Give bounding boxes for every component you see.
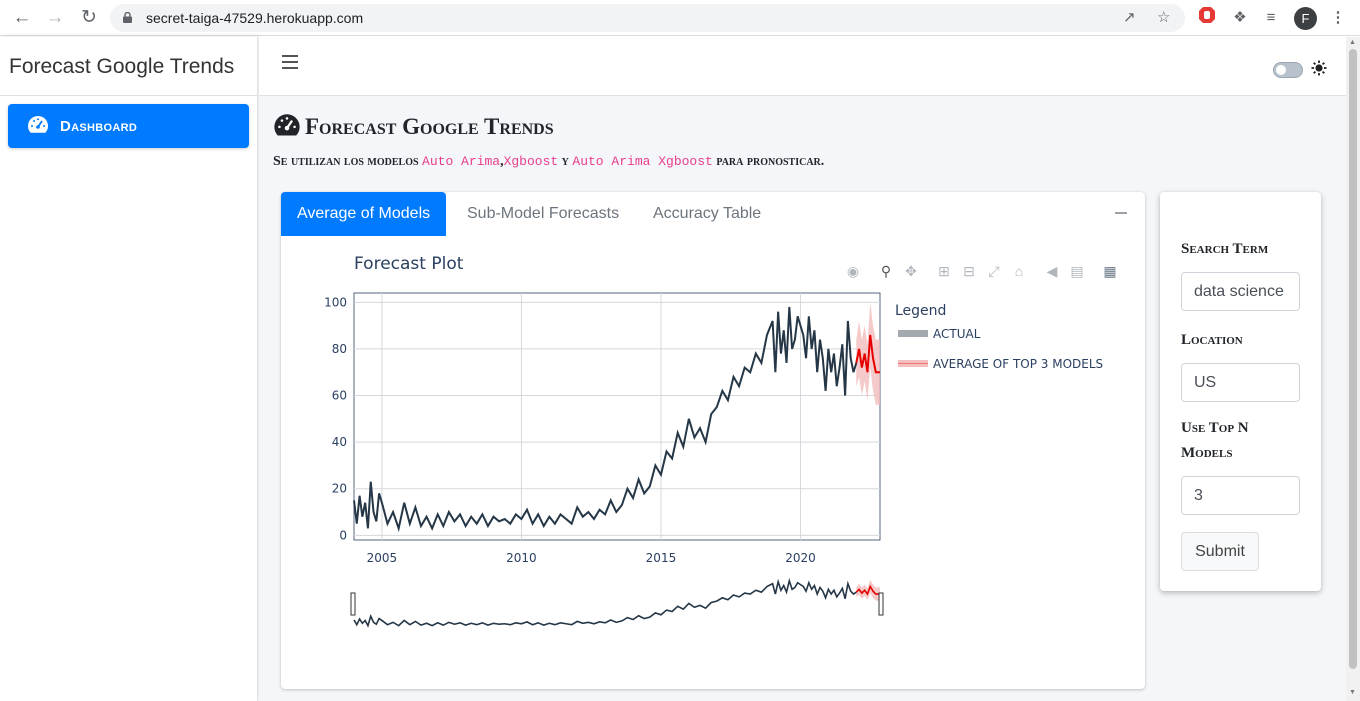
sidebar-item-dashboard[interactable]: Dashboard — [8, 104, 249, 148]
tab-sub-model-forecasts[interactable]: Sub-Model Forecasts — [451, 192, 635, 236]
top-n-label-line2: Models — [1181, 445, 1233, 461]
submit-button[interactable]: Submit — [1181, 532, 1259, 571]
chart-svg[interactable]: Forecast Plot 2005 2010 2015 2020 0 20 40 60 80 1… — [281, 236, 1145, 645]
sun-icon — [1311, 60, 1327, 76]
subtitle-separator: y — [561, 154, 569, 169]
search-form-card: Search Term Location Use Top N Models Su… — [1160, 192, 1321, 591]
forecast-card: Average of Models Sub-Model Forecasts Ac… — [281, 192, 1145, 689]
model-name: Auto Arima Xgboost — [572, 154, 713, 169]
x-tick-label: 2015 — [646, 551, 677, 565]
top-n-input[interactable] — [1181, 476, 1300, 515]
puzzle-extensions-icon[interactable]: ❖ — [1228, 6, 1252, 30]
legend-entry-label: AVERAGE OF TOP 3 MODELS — [933, 357, 1103, 371]
subtitle-prefix: Se utilizan los modelos — [273, 154, 419, 169]
url-text: secret-taiga-47529.herokuapp.com — [146, 10, 364, 26]
model-name: Auto Arima — [422, 154, 501, 169]
y-tick-label: 20 — [332, 482, 347, 496]
profile-avatar[interactable]: F — [1294, 7, 1317, 30]
reload-icon[interactable]: ↻ — [77, 6, 101, 30]
media-queue-icon[interactable]: ≡ — [1259, 6, 1283, 30]
range-slider-handle-left[interactable] — [350, 592, 356, 616]
search-term-label: Search Term — [1181, 241, 1269, 257]
page-scrollbar[interactable]: ▲ ▼ — [1346, 37, 1360, 701]
top-navbar — [259, 37, 1346, 96]
legend-swatch — [898, 330, 928, 337]
lock-icon — [123, 12, 132, 23]
range-slider-handle-right[interactable] — [878, 592, 884, 616]
x-tick-label: 2020 — [785, 551, 816, 565]
top-n-label-line1: Use Top N — [1181, 420, 1249, 436]
tachometer-icon — [28, 116, 48, 133]
browser-toolbar: ← → ↻ secret-taiga-47529.herokuapp.com ↗… — [0, 0, 1360, 36]
slider-actual-line — [353, 577, 857, 628]
search-term-input[interactable] — [1181, 272, 1300, 311]
main-content: Forecast Google Trends Se utilizan los m… — [259, 37, 1346, 701]
tab-average-of-models[interactable]: Average of Models — [281, 192, 447, 236]
x-tick-label: 2010 — [506, 551, 537, 565]
page-title: Forecast Google Trends — [273, 113, 554, 140]
y-tick-label: 80 — [332, 342, 347, 356]
scrollbar-thumb[interactable] — [1349, 49, 1357, 669]
chart-title: Forecast Plot — [354, 254, 464, 274]
kebab-menu-icon[interactable]: ⋮ — [1326, 6, 1350, 30]
back-arrow-icon[interactable]: ← — [10, 6, 34, 30]
sidebar: Forecast Google Trends Dashboard — [0, 37, 258, 701]
tab-bar: Average of Models Sub-Model Forecasts Ac… — [281, 192, 1145, 236]
forward-arrow-icon[interactable]: → — [43, 6, 67, 30]
page-title-text: Forecast Google Trends — [305, 114, 554, 139]
location-label: Location — [1181, 332, 1243, 348]
forecast-plot: ◉ ⚲ ✥ ⊞ ⊟ ⤢ ⌂ ◀ ▤ ▦ Forecast Plot 2005 20… — [281, 236, 1145, 689]
share-icon[interactable]: ↗ — [1123, 8, 1136, 26]
tachometer-icon — [274, 114, 300, 136]
bookmark-star-icon[interactable]: ☆ — [1157, 8, 1170, 26]
adblock-extension-icon[interactable] — [1195, 6, 1219, 30]
model-name: Xgboost — [503, 154, 559, 169]
legend-title: Legend — [895, 303, 946, 319]
brand-title[interactable]: Forecast Google Trends — [0, 37, 257, 96]
y-tick-label: 40 — [332, 435, 347, 449]
tab-accuracy-table[interactable]: Accuracy Table — [637, 192, 777, 236]
x-tick-label: 2005 — [367, 551, 398, 565]
dark-mode-toggle[interactable] — [1273, 62, 1303, 78]
y-tick-label: 60 — [332, 389, 347, 403]
hamburger-menu-icon[interactable] — [282, 55, 298, 69]
subtitle-suffix: para pronosticar. — [716, 154, 825, 169]
collapse-icon[interactable] — [1115, 212, 1127, 214]
sidebar-item-label: Dashboard — [60, 118, 138, 135]
y-tick-label: 0 — [339, 528, 347, 542]
page-subtitle: Se utilizan los modelos Auto Arima,Xgboo… — [273, 154, 824, 170]
address-bar[interactable]: secret-taiga-47529.herokuapp.com ↗ ☆ — [110, 4, 1185, 32]
location-input[interactable] — [1181, 363, 1300, 402]
legend-entry-label: ACTUAL — [933, 327, 981, 341]
y-tick-label: 100 — [324, 295, 347, 309]
